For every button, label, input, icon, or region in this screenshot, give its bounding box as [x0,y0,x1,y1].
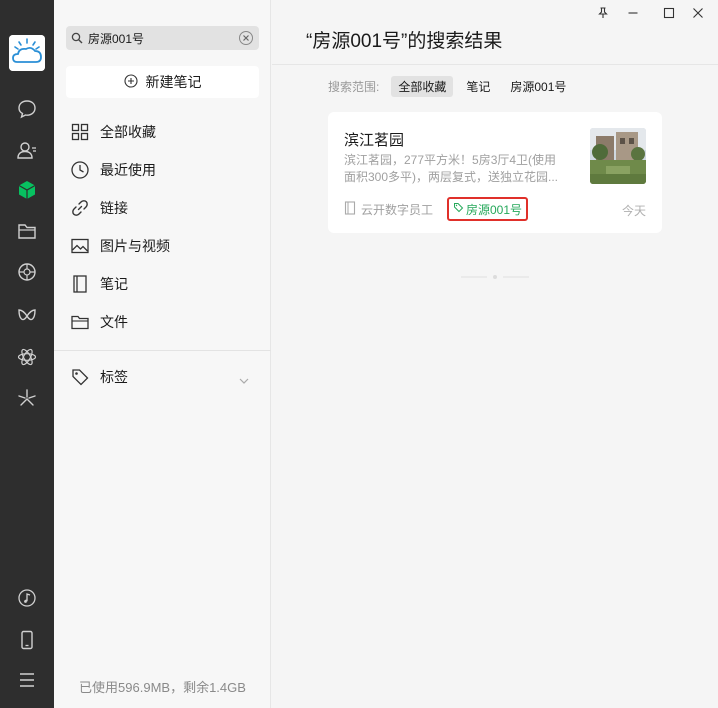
search-icon [66,32,88,44]
tag-icon [453,202,464,216]
clear-search-icon[interactable] [239,31,253,45]
sidebar-item-tags[interactable]: 标签 [66,361,259,393]
header-divider [272,64,718,65]
mini-programs-icon[interactable] [13,343,41,371]
search-result-card[interactable]: 滨江茗园 滨江茗园，277平方米！5房3厅4卫(使用面积300多平)，两层复式，… [328,112,662,233]
result-tag-label: 房源001号 [466,202,523,217]
result-source-label: 云开数字员工 [361,203,434,217]
sidebar-item-label: 文件 [100,314,128,330]
sidebar-item-recent[interactable]: 最近使用 [66,154,259,186]
music-icon[interactable] [13,584,41,612]
sidebar-item-links[interactable]: 链接 [66,192,259,224]
sidebar-item-label: 全部收藏 [100,124,156,140]
scope-option-notes[interactable]: 笔记 [459,76,497,97]
result-description: 滨江茗园，277平方米！5房3厅4卫(使用面积300多平)，两层复式，送独立花园… [344,153,559,184]
minimize-icon[interactable] [620,4,646,22]
sidebar-item-images-videos[interactable]: 图片与视频 [66,230,259,262]
phone-icon[interactable] [13,626,41,654]
sidebar-item-all-favorites[interactable]: 全部收藏 [66,116,259,148]
avatar[interactable] [9,35,45,71]
maximize-icon[interactable] [656,4,682,22]
new-note-label: 新建笔记 [145,74,202,90]
pin-icon[interactable] [590,4,616,22]
garden-photo-thumbnail [590,128,646,184]
search-box[interactable] [66,26,259,50]
favorites-icon[interactable] [13,176,41,204]
sidebar-item-files[interactable]: 文件 [66,306,259,338]
result-date: 今天 [621,204,646,218]
search-input[interactable] [88,31,228,45]
result-source: 云开数字员工 [344,201,433,218]
menu-icon[interactable] [13,666,41,694]
moments-icon[interactable] [13,258,41,286]
close-icon[interactable] [685,4,711,22]
files-folder-icon[interactable] [13,217,41,245]
sidebar-item-label: 图片与视频 [100,238,170,254]
contacts-icon[interactable] [13,136,41,164]
document-icon [344,201,356,218]
sidebar-divider [54,350,271,351]
result-tag-badge[interactable]: 房源001号 [447,197,529,221]
sidebar-item-notes[interactable]: 笔记 [66,268,259,300]
sidebar-item-label: 标签 [100,369,128,385]
channels-icon[interactable] [13,302,41,330]
favorites-sidebar: 新建笔记 全部收藏 最近使用 链接 图片与视频 笔记 文件 [54,0,271,708]
tag-icon [66,367,100,387]
search-scope-bar: 搜索范围: 全部收藏 笔记 房源001号 [328,76,579,97]
new-note-button[interactable]: 新建笔记 [66,66,259,98]
scope-option-all[interactable]: 全部收藏 [391,76,454,97]
notebook-icon [66,274,100,294]
sidebar-item-label: 链接 [100,200,128,216]
search-scope-label: 搜索范围: [328,80,380,94]
sidebar-item-label: 最近使用 [100,162,156,178]
grid-icon [66,122,100,142]
image-icon [66,236,100,256]
search-results-panel: “房源001号”的搜索结果 搜索范围: 全部收藏 笔记 房源001号 滨江茗园 … [272,0,718,708]
result-thumbnail [590,128,646,184]
end-of-results-marker [461,268,529,279]
plus-circle-icon [123,73,138,91]
result-title: 滨江茗园 [344,132,405,149]
storage-usage: 已使用596.9MB，剩余1.4GB [79,680,246,695]
chat-icon[interactable] [13,95,41,123]
folder-icon [66,312,100,332]
scope-option-tag[interactable]: 房源001号 [503,76,573,97]
page-title: “房源001号”的搜索结果 [306,31,503,52]
link-icon [66,198,100,218]
search-discover-icon[interactable] [13,384,41,412]
cloud-logo-icon [9,35,45,71]
sidebar-item-label: 笔记 [100,276,128,292]
chevron-down-icon[interactable] [239,372,249,388]
clock-icon [66,160,100,180]
app-nav-rail [0,0,54,708]
